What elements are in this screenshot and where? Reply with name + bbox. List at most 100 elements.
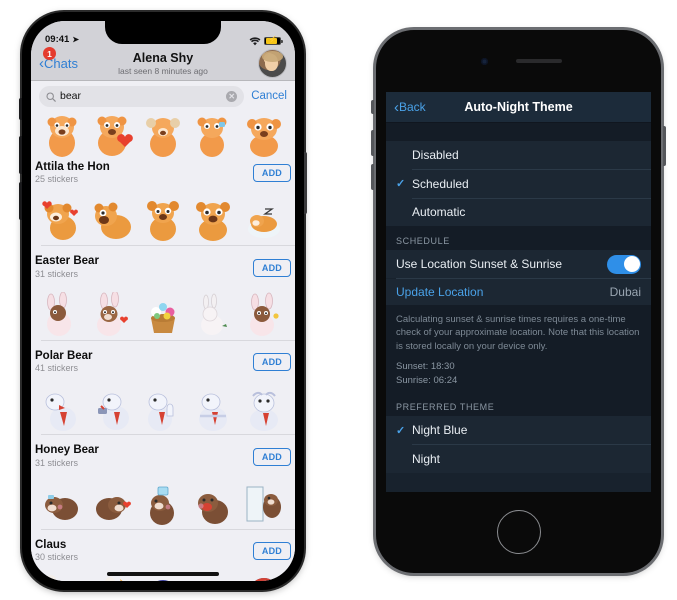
avatar[interactable]: [258, 49, 287, 78]
iphone-x-mockup: 09:41 ➤ ‹ 1 Chats Alena Shy: [19, 12, 307, 590]
status-right: [249, 36, 283, 46]
section-spacer: [386, 123, 651, 141]
sticker[interactable]: [192, 113, 234, 157]
sticker[interactable]: [41, 197, 83, 243]
sticker[interactable]: [92, 197, 134, 243]
sticker[interactable]: [92, 481, 134, 527]
sticker[interactable]: [192, 292, 234, 338]
search-icon: [46, 91, 56, 102]
theme-row-night-blue[interactable]: ✓ Night Blue: [386, 416, 651, 444]
back-label: Back: [399, 100, 426, 114]
pack-name: Polar Bear: [35, 349, 93, 362]
pack-name: Attila the Hon: [35, 160, 110, 173]
silent-switch[interactable]: [19, 98, 22, 120]
side-power-button[interactable]: [663, 126, 666, 166]
silent-switch[interactable]: [371, 100, 374, 114]
sticker[interactable]: [92, 386, 134, 432]
location-arrow-icon: ➤: [72, 35, 80, 44]
pack-name: Claus: [35, 538, 67, 551]
sticker-strip[interactable]: [31, 195, 295, 245]
use-location-label: Use Location Sunset & Sunrise: [396, 257, 563, 271]
sticker-strip[interactable]: [31, 384, 295, 434]
volume-down-button[interactable]: [371, 164, 374, 190]
volume-up-button[interactable]: [19, 136, 22, 174]
sticker[interactable]: [41, 113, 83, 157]
sticker[interactable]: [142, 113, 184, 157]
search-input[interactable]: bear ✕: [39, 85, 245, 107]
sticker-pack-header[interactable]: Easter Bear 31 stickers ADD: [31, 246, 295, 290]
volume-down-button[interactable]: [19, 182, 22, 220]
sticker[interactable]: [243, 197, 285, 243]
add-pack-button[interactable]: ADD: [252, 258, 291, 277]
search-query-text: bear: [60, 90, 82, 102]
sticker-strip[interactable]: [31, 111, 295, 157]
mode-options-section: Disabled ✓ Scheduled Automatic: [386, 141, 651, 226]
use-location-row[interactable]: Use Location Sunset & Sunrise: [386, 250, 651, 278]
add-pack-button[interactable]: ADD: [252, 353, 291, 371]
option-row-automatic[interactable]: Automatic: [386, 198, 651, 226]
theme-label: Night: [412, 451, 441, 466]
update-location-label: Update Location: [396, 284, 484, 299]
sunset-time: Sunset: 18:30: [396, 360, 455, 372]
sticker[interactable]: [92, 113, 134, 156]
option-label: Disabled: [412, 148, 459, 162]
option-row-scheduled[interactable]: ✓ Scheduled: [386, 170, 651, 198]
settings-nav-bar: ‹ Back Auto-Night Theme: [386, 92, 651, 123]
sticker[interactable]: [92, 290, 134, 338]
pack-count: 30 stickers: [35, 552, 79, 563]
theme-row-night[interactable]: Night: [386, 445, 651, 473]
iphone-8-mockup: ‹ Back Auto-Night Theme Disabled ✓ Sched…: [371, 30, 666, 573]
sticker[interactable]: [192, 386, 234, 432]
pack-name: Honey Bear: [35, 444, 99, 457]
top-bezel: [376, 30, 661, 92]
sticker[interactable]: [41, 573, 83, 581]
sticker[interactable]: [142, 292, 184, 338]
sticker[interactable]: [41, 386, 83, 432]
update-location-row[interactable]: Update Location Dubai: [386, 278, 651, 305]
volume-up-button[interactable]: [371, 130, 374, 156]
sticker[interactable]: [243, 386, 285, 432]
add-pack-button[interactable]: ADD: [252, 164, 291, 182]
sticker[interactable]: [243, 292, 285, 338]
right-phone-screen: ‹ Back Auto-Night Theme Disabled ✓ Sched…: [386, 92, 651, 492]
sticker[interactable]: [142, 481, 184, 527]
sticker[interactable]: [243, 481, 285, 527]
front-camera-icon: [480, 58, 488, 65]
option-row-disabled[interactable]: Disabled: [386, 141, 651, 169]
battery-charging-icon: [264, 36, 283, 45]
cancel-search-button[interactable]: Cancel: [251, 90, 287, 102]
sticker-strip[interactable]: [31, 479, 295, 529]
sticker[interactable]: [142, 386, 184, 432]
side-power-button[interactable]: [304, 152, 307, 214]
back-to-chats-button[interactable]: ‹ 1 Chats: [39, 47, 78, 71]
sticker[interactable]: [41, 291, 83, 338]
left-phone-screen: 09:41 ➤ ‹ 1 Chats Alena Shy: [31, 21, 295, 581]
sticker-search-results[interactable]: Attila the Hon 25 stickers ADD Easter Be…: [31, 111, 295, 581]
sticker[interactable]: [243, 113, 285, 157]
home-button[interactable]: [496, 510, 541, 554]
clear-circle-icon[interactable]: ✕: [226, 90, 238, 102]
use-location-toggle[interactable]: [607, 254, 641, 274]
wifi-icon: [249, 37, 261, 46]
search-bar: bear ✕ Cancel: [31, 81, 295, 111]
pack-count: 31 stickers: [35, 268, 79, 279]
sticker[interactable]: [142, 197, 184, 243]
sticker-pack-header[interactable]: Honey Bear 31 stickers ADD: [31, 435, 295, 479]
sticker[interactable]: [192, 197, 234, 243]
check-icon: ✓: [396, 178, 406, 190]
back-button[interactable]: ‹ Back: [394, 100, 426, 115]
sticker-pack-header[interactable]: Claus 30 stickers ADD: [31, 529, 295, 573]
add-pack-button[interactable]: ADD: [252, 542, 291, 560]
home-indicator: [107, 572, 219, 576]
add-pack-button[interactable]: ADD: [252, 447, 291, 466]
sticker[interactable]: H: [243, 573, 285, 581]
option-label: Automatic: [412, 205, 466, 219]
earpiece-speaker: [515, 59, 562, 63]
status-time: 09:41: [45, 34, 70, 45]
chat-nav-bar: ‹ 1 Chats Alena Shy last seen 8 minutes …: [31, 47, 295, 81]
sticker-strip[interactable]: [31, 290, 295, 340]
sticker-pack-header[interactable]: Polar Bear 41 stickers ADD: [31, 340, 295, 384]
sticker[interactable]: [192, 481, 234, 527]
schedule-footnote: Calculating sunset & sunrise times requi…: [386, 304, 651, 358]
sticker[interactable]: [41, 481, 83, 527]
